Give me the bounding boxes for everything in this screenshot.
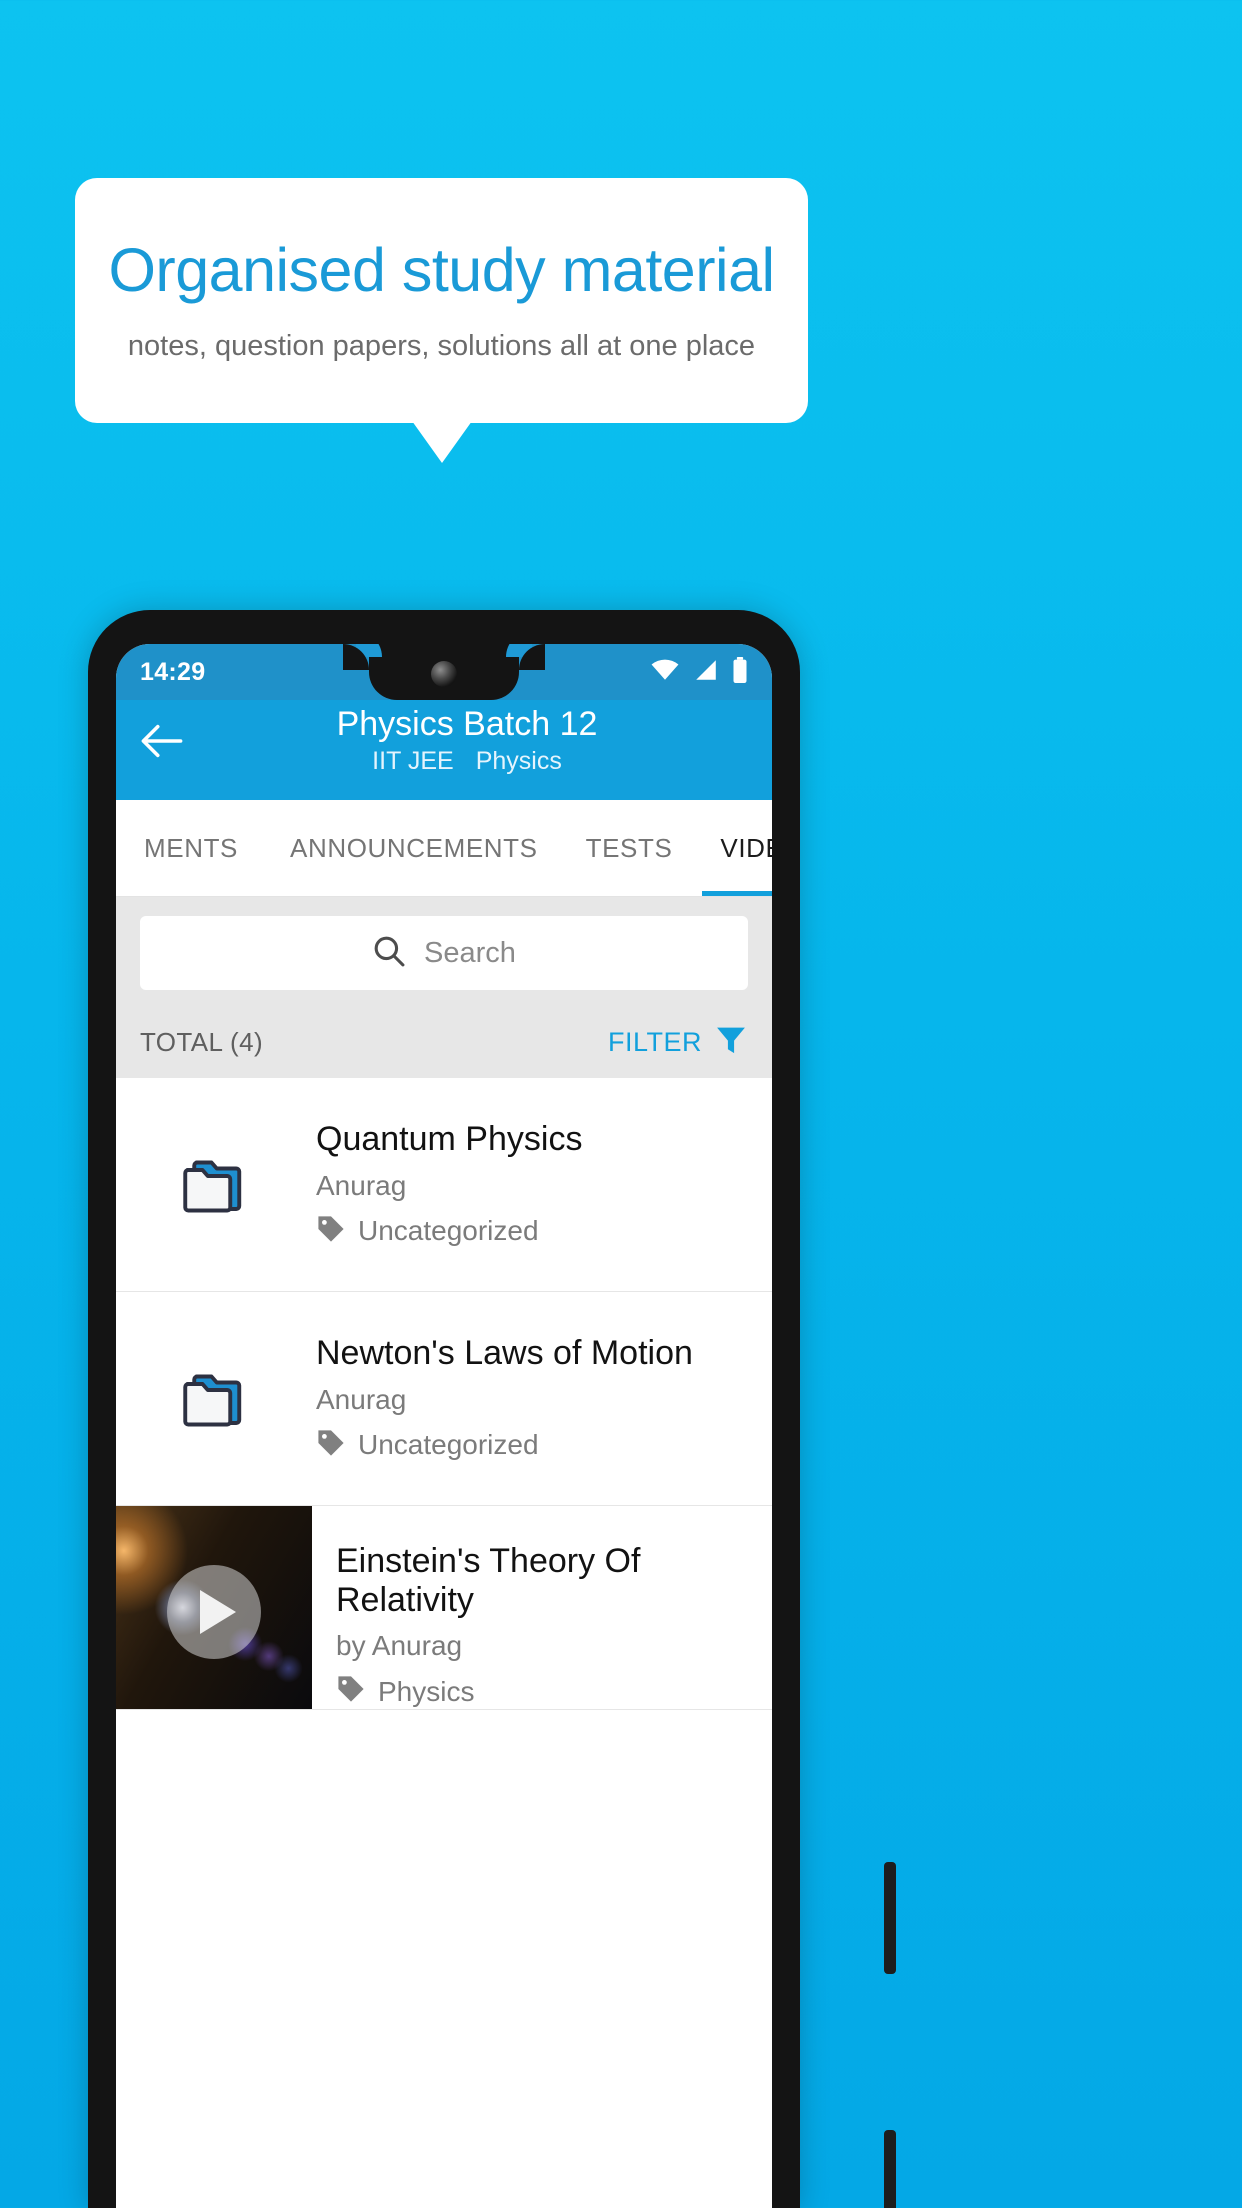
list-item-title: Newton's Laws of Motion xyxy=(316,1334,693,1373)
signal-icon xyxy=(693,659,719,686)
tab-videos[interactable]: VIDEOS xyxy=(696,800,772,896)
video-thumbnail[interactable] xyxy=(116,1506,312,1710)
app-bar-titles: Physics Batch 12 IIT JEE Physics xyxy=(162,705,772,776)
front-camera-icon xyxy=(431,661,457,687)
list-item[interactable]: Newton's Laws of Motion Anurag Uncategor… xyxy=(116,1292,772,1506)
folder-stack-icon xyxy=(116,1152,316,1218)
play-triangle-icon xyxy=(200,1589,236,1634)
phone-screen: 14:29 Physics Batch 12 IIT JEE Physics M… xyxy=(116,644,772,2208)
promo-subtitle: notes, question papers, solutions all at… xyxy=(127,330,756,363)
list-item-tag: Physics xyxy=(336,1674,756,1709)
play-circle-icon[interactable] xyxy=(167,1564,261,1659)
app-bar: Physics Batch 12 IIT JEE Physics xyxy=(116,700,772,800)
tab-tests[interactable]: TESTS xyxy=(562,800,697,896)
wifi-icon xyxy=(650,659,680,686)
total-count-label: TOTAL (4) xyxy=(140,1026,264,1057)
folder-stack-icon xyxy=(116,1366,316,1432)
phone-notch xyxy=(343,644,545,700)
tab-announcements[interactable]: ANNOUNCEMENTS xyxy=(266,800,562,896)
list-item-tag-text: Uncategorized xyxy=(358,1215,539,1247)
phone-volume-button[interactable] xyxy=(884,2130,896,2208)
tag-icon xyxy=(316,1428,346,1463)
phone-mockup: 14:29 Physics Batch 12 IIT JEE Physics M… xyxy=(88,610,896,2208)
subtitle-subject: Physics xyxy=(475,747,562,776)
search-input[interactable]: Search xyxy=(140,916,748,990)
list-item[interactable]: Quantum Physics Anurag Uncategorized xyxy=(116,1078,772,1292)
tab-documents[interactable]: MENTS xyxy=(116,800,266,896)
subtitle-exam: IIT JEE xyxy=(372,747,454,776)
list-item-tag: Uncategorized xyxy=(316,1428,756,1463)
filter-label: FILTER xyxy=(607,1026,702,1057)
list-item-tag: Uncategorized xyxy=(316,1214,756,1249)
list-item-tag-text: Physics xyxy=(378,1675,475,1707)
list-item-body: Einstein's Theory Of Relativity by Anura… xyxy=(312,1506,772,1709)
content-list: Quantum Physics Anurag Uncategorized New… xyxy=(116,1078,772,1711)
status-icons xyxy=(650,656,748,688)
search-zone: Search xyxy=(116,896,772,1006)
tab-bar: MENTS ANNOUNCEMENTS TESTS VIDEOS xyxy=(116,800,772,896)
promo-title: Organised study material xyxy=(108,235,775,304)
page-title: Physics Batch 12 xyxy=(336,705,598,743)
list-item-title: Quantum Physics xyxy=(316,1120,583,1159)
list-item-body: Newton's Laws of Motion Anurag Uncategor… xyxy=(316,1334,772,1462)
promo-bubble: Organised study material notes, question… xyxy=(75,178,808,423)
filter-button[interactable]: FILTER xyxy=(608,1023,748,1062)
funnel-icon xyxy=(714,1023,748,1062)
list-item-body: Quantum Physics Anurag Uncategorized xyxy=(316,1120,772,1248)
list-item[interactable]: Einstein's Theory Of Relativity by Anura… xyxy=(116,1506,772,1711)
list-item-author: by Anurag xyxy=(336,1630,463,1662)
battery-icon xyxy=(732,656,748,688)
status-time: 14:29 xyxy=(140,657,206,686)
tag-icon xyxy=(316,1214,346,1249)
tag-icon xyxy=(336,1674,366,1709)
list-toolbar: TOTAL (4) FILTER xyxy=(116,1006,772,1078)
list-item-author: Anurag xyxy=(316,1169,407,1201)
list-item-tag-text: Uncategorized xyxy=(358,1429,539,1461)
list-item-author: Anurag xyxy=(316,1383,407,1415)
search-placeholder: Search xyxy=(424,936,516,969)
phone-power-button[interactable] xyxy=(884,1862,896,1974)
search-icon xyxy=(372,934,406,973)
promo-bubble-tail xyxy=(412,421,472,463)
page-subtitle: IIT JEE Physics xyxy=(372,747,562,776)
list-item-title: Einstein's Theory Of Relativity xyxy=(336,1542,641,1620)
